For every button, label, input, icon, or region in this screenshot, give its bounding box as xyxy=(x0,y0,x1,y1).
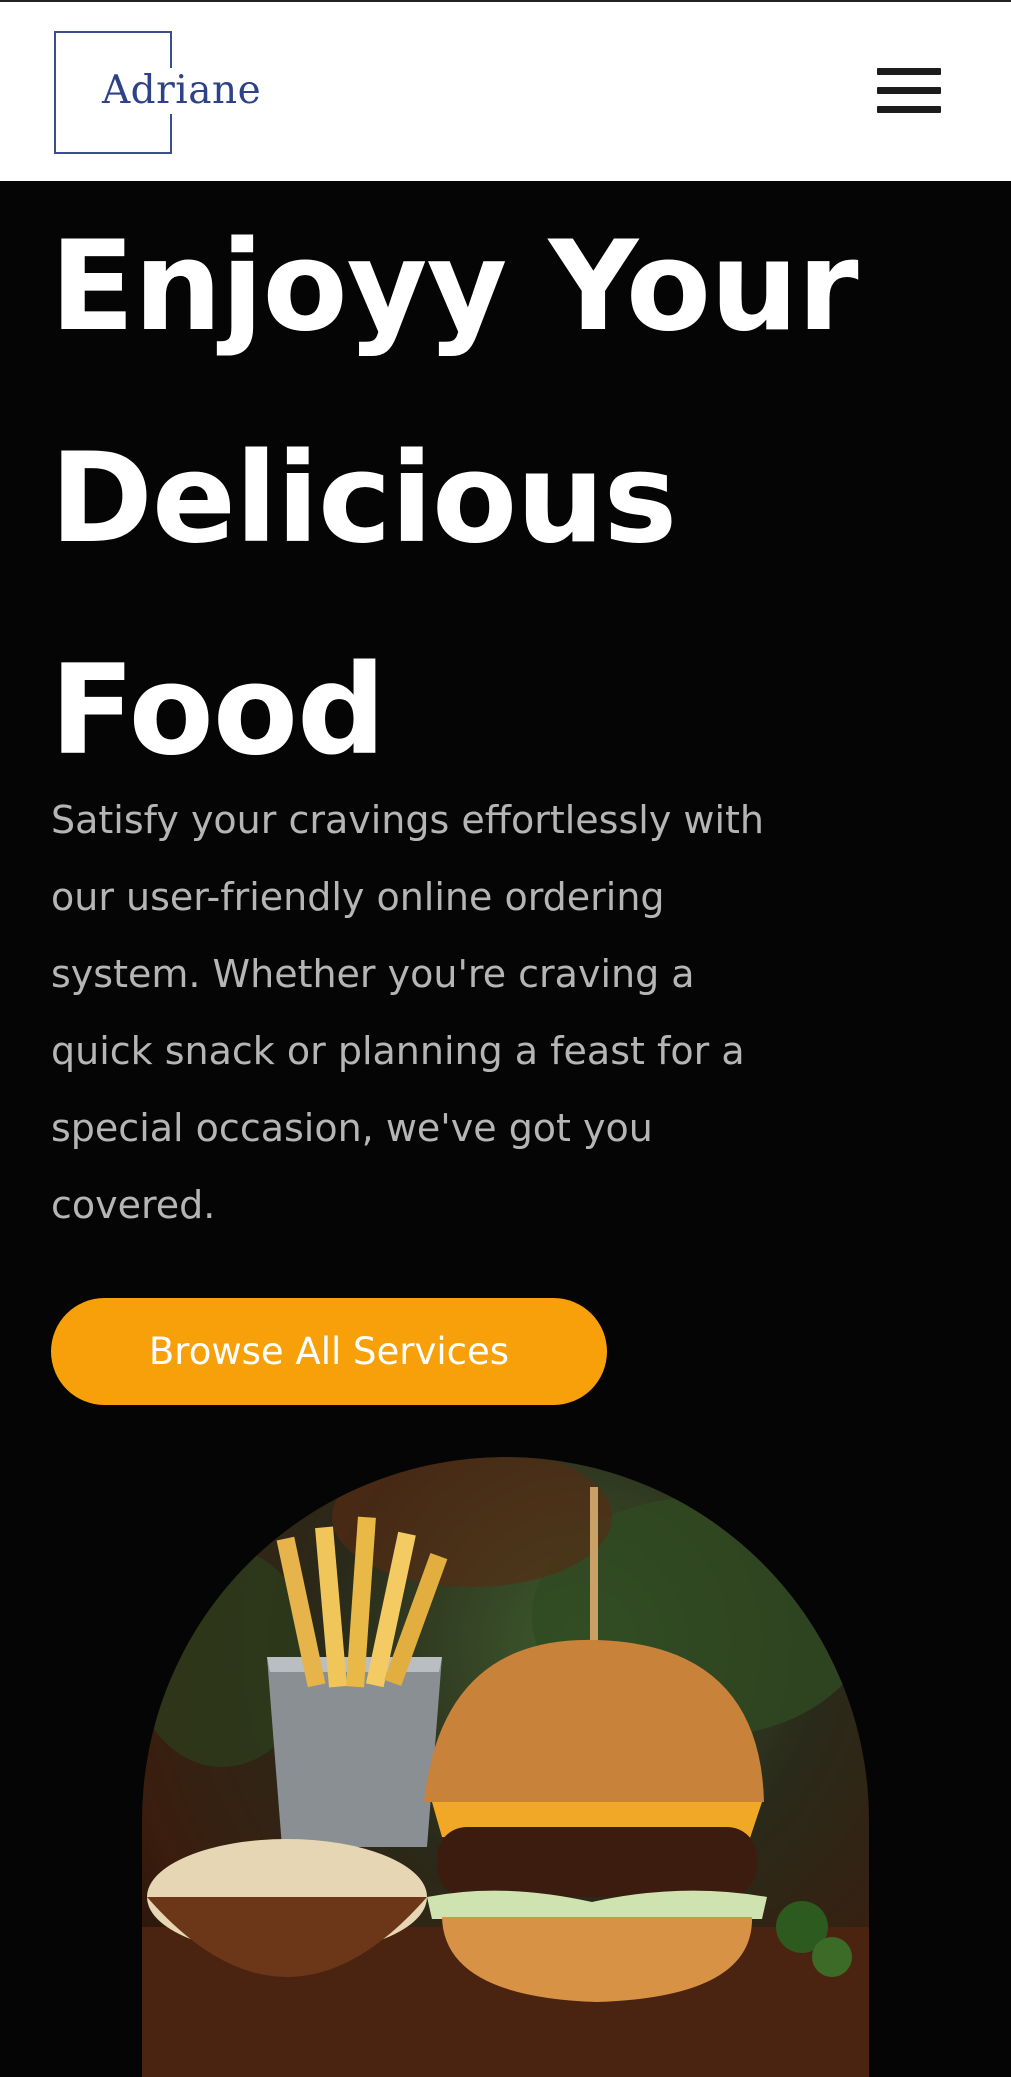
hero-description-line: our user-friendly online ordering xyxy=(51,875,665,919)
hero-description-line: special occasion, we've got you xyxy=(51,1106,653,1150)
hero-title: Enjoyy Your Delicious Food xyxy=(50,181,980,817)
hero-description-line: quick snack or planning a feast for a xyxy=(51,1029,745,1073)
food-illustration xyxy=(142,1457,869,2077)
hero-description-line: covered. xyxy=(51,1183,216,1227)
menu-bar xyxy=(877,68,941,75)
hero-title-line: Delicious xyxy=(50,427,677,571)
burger-and-fries-image xyxy=(142,1457,869,2077)
hero-description-line: system. Whether you're craving a xyxy=(51,952,695,996)
logo-text[interactable]: Adriane xyxy=(98,68,266,114)
hero-description: Satisfy your cravings effortlessly with … xyxy=(51,782,791,1244)
browse-all-services-button[interactable]: Browse All Services xyxy=(51,1298,607,1405)
menu-bar xyxy=(877,106,941,113)
menu-bar xyxy=(877,87,941,94)
site-header: Adriane xyxy=(0,0,1011,181)
hero-title-line: Enjoyy Your xyxy=(50,215,859,359)
hamburger-menu-icon[interactable] xyxy=(875,60,947,122)
hero-description-line: Satisfy your cravings effortlessly with xyxy=(51,798,765,842)
